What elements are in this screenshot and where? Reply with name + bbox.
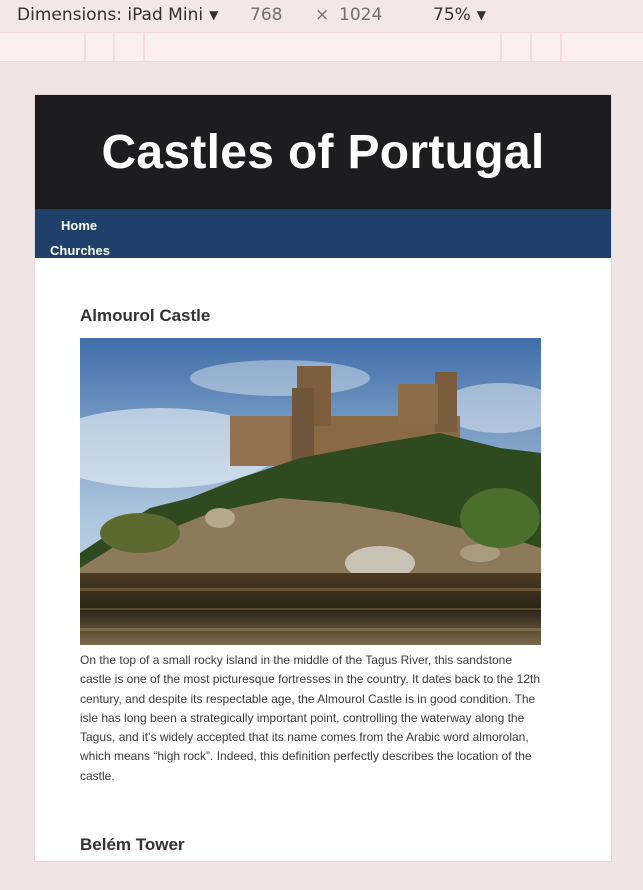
site-header: Castles of Portugal <box>35 95 611 209</box>
ruler-divider <box>530 33 532 61</box>
device-name-label: Dimensions: iPad Mini <box>17 5 204 25</box>
main-content: Almourol Castle On the top of a small ro… <box>35 258 611 855</box>
article-heading: Almourol Castle <box>80 306 211 325</box>
device-toolbar: Dimensions: iPad Mini ▼ 768 × 1024 75% ▼ <box>0 0 643 32</box>
zoom-dropdown[interactable]: 75% ▼ <box>433 5 486 25</box>
height-input[interactable]: 1024 <box>339 5 382 25</box>
almourol-castle-photo <box>80 338 541 645</box>
caret-down-icon: ▼ <box>476 8 487 22</box>
media-query-ruler[interactable] <box>0 32 643 62</box>
ruler-divider <box>143 33 145 61</box>
device-dimensions-dropdown[interactable]: Dimensions: iPad Mini ▼ <box>17 5 218 25</box>
ruler-divider <box>500 33 502 61</box>
site-nav: Home Churches <box>35 209 611 258</box>
ruler-divider <box>84 33 86 61</box>
times-icon: × <box>315 5 330 25</box>
nav-link-home[interactable]: Home <box>35 215 611 242</box>
caret-down-icon: ▼ <box>209 8 219 22</box>
site-title: Castles of Portugal <box>101 125 545 179</box>
ruler-divider <box>113 33 115 61</box>
article-text: On the top of a small rocky island in th… <box>80 653 541 783</box>
emulated-viewport: Castles of Portugal Home Churches Almour… <box>34 94 612 862</box>
zoom-label: 75% <box>433 5 471 25</box>
ruler-divider <box>560 33 562 61</box>
article-heading: Belém Tower <box>80 835 185 855</box>
width-input[interactable]: 768 <box>250 5 282 25</box>
